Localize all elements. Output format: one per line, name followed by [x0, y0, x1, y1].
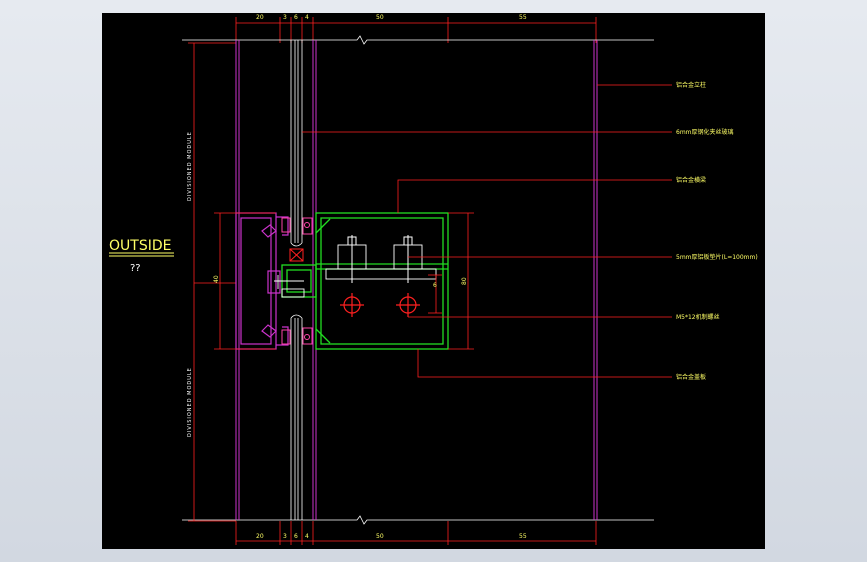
callout-screw: M5*12机制螺丝 — [676, 313, 720, 321]
machine-screws — [340, 293, 420, 317]
bottom-dim-50: 50 — [376, 533, 384, 540]
bolts — [347, 235, 413, 283]
top-dimension-labels: 20 3 6 4 50 55 — [256, 14, 527, 21]
outside-sub-label: ?? — [130, 263, 141, 274]
right-section-dim: 80 — [461, 277, 468, 285]
drawing-canvas[interactable]: 20 3 6 4 50 55 20 3 6 4 50 55 DIVISIONED… — [102, 13, 765, 549]
callout-cover: 铝合金盖板 — [676, 373, 706, 381]
top-dim-55: 55 — [519, 14, 527, 21]
bottom-dim-3: 3 — [283, 533, 287, 540]
bottom-dim-55: 55 — [519, 533, 527, 540]
curtain-wall-section-drawing: 20 3 6 4 50 55 20 3 6 4 50 55 DIVISIONED… — [109, 14, 758, 545]
spacer-block — [289, 248, 304, 262]
bottom-dimension-chain — [235, 521, 597, 545]
break-lines — [182, 35, 654, 525]
vertical-text-lower: DIVISIONED MODULE — [187, 367, 193, 437]
callout-transom: 铝合金横梁 — [676, 176, 706, 184]
top-dim-50: 50 — [376, 14, 384, 21]
glass-panes — [290, 40, 303, 520]
bottom-dim-4: 4 — [305, 533, 309, 540]
callout-glass: 6mm厚钢化夹丝玻璃 — [676, 128, 734, 136]
bottom-dimension-labels: 20 3 6 4 50 55 — [256, 533, 527, 540]
top-dim-3: 3 — [283, 14, 287, 21]
mullion-lines — [235, 40, 598, 520]
top-dim-20: 20 — [256, 14, 264, 21]
callout-mullion: 铝合金立柱 — [676, 81, 706, 89]
left-vertical-dimension — [188, 42, 236, 522]
small-section-dim: 6 — [433, 282, 437, 289]
section-dimensions — [214, 212, 474, 350]
top-dimension-chain — [235, 17, 597, 43]
bottom-dim-6: 6 — [294, 533, 298, 540]
callout-pad: 5mm厚铝板垫片(L=100mm) — [676, 253, 758, 261]
cad-viewer: 20 3 6 4 50 55 20 3 6 4 50 55 DIVISIONED… — [0, 0, 867, 562]
top-dim-4: 4 — [305, 14, 309, 21]
outside-label-group: OUTSIDE ?? — [109, 238, 174, 274]
vertical-text-upper: DIVISIONED MODULE — [187, 131, 193, 201]
bottom-dim-20: 20 — [256, 533, 264, 540]
transom-profile — [281, 212, 449, 350]
left-section-dim: 40 — [213, 275, 220, 283]
top-dim-6: 6 — [294, 14, 298, 21]
callout-leaders — [302, 84, 672, 378]
outside-label: OUTSIDE — [109, 238, 171, 254]
callout-labels: 铝合金立柱 6mm厚钢化夹丝玻璃 铝合金横梁 5mm厚铝板垫片(L=100mm)… — [676, 81, 758, 381]
